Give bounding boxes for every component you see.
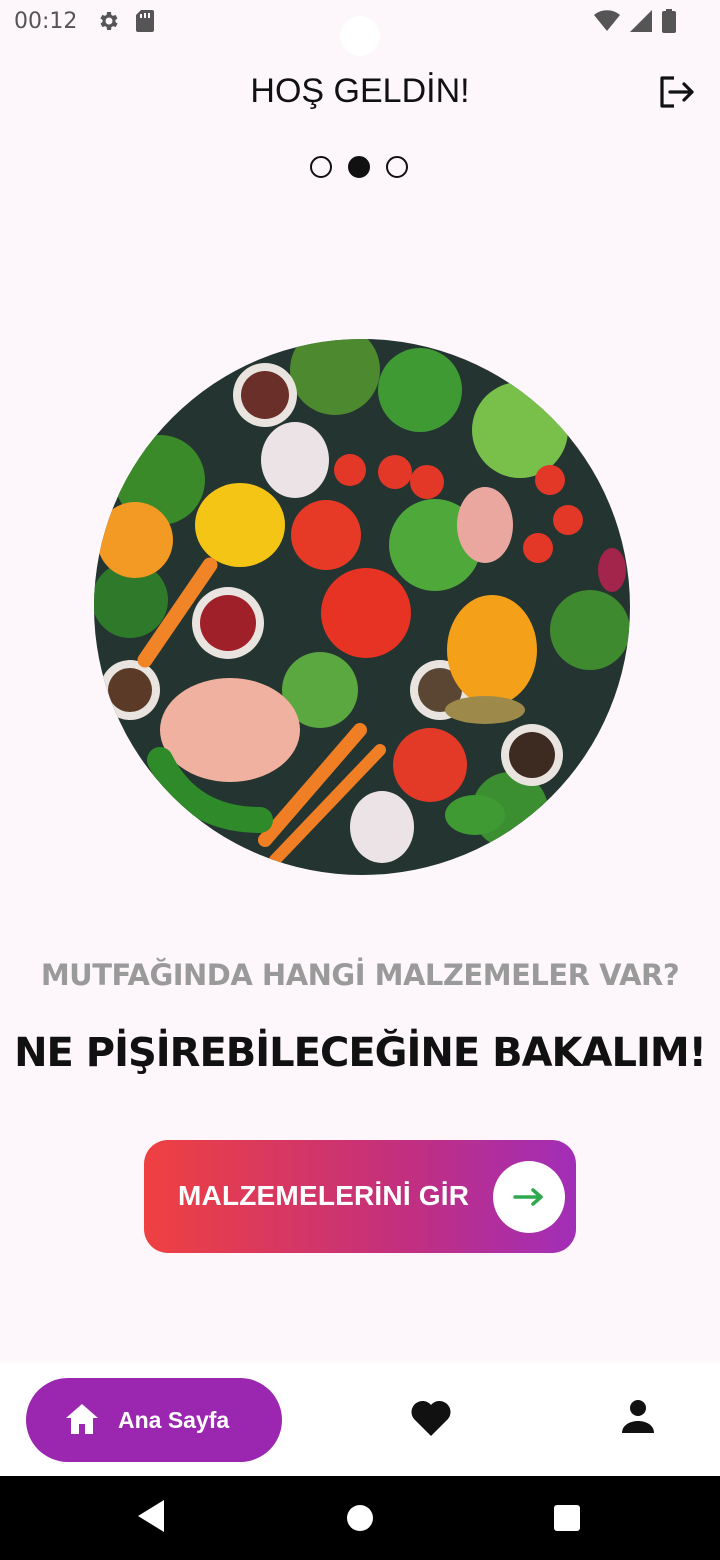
status-left-icons (96, 9, 156, 33)
recents-icon[interactable] (554, 1505, 580, 1531)
person-icon (622, 1400, 654, 1433)
logout-icon (660, 76, 694, 108)
subtitle: MUTFAĞINDA HANGİ MALZEMELER VAR? (40, 958, 680, 992)
logout-button[interactable] (656, 72, 696, 112)
page-dot-active[interactable] (348, 156, 370, 178)
home-icon (66, 1404, 98, 1434)
page-dot[interactable] (386, 156, 408, 178)
nav-favorites-button[interactable] (410, 1399, 452, 1439)
nav-home-button[interactable]: Ana Sayfa (26, 1378, 282, 1462)
wifi-icon (594, 10, 620, 31)
status-bar: 00:12 (0, 0, 720, 56)
vegetable-platter-illustration (94, 339, 630, 875)
heart-icon (411, 1400, 451, 1436)
sd-card-icon (136, 10, 154, 32)
page-title: HOŞ GELDİN! (250, 72, 470, 110)
nav-profile-button[interactable] (618, 1399, 658, 1439)
camera-cutout (340, 16, 380, 56)
back-icon[interactable] (136, 1498, 166, 1534)
status-time: 00:12 (14, 9, 78, 34)
gear-icon (100, 12, 118, 30)
home-circle-icon[interactable] (347, 1505, 373, 1531)
headline: NE PİŞİREBİLECEĞİNE BAKALIM! (14, 1030, 707, 1076)
enter-ingredients-button[interactable]: MALZEMELERİNİ GİR (144, 1140, 576, 1253)
arrow-right-icon (513, 1188, 543, 1206)
enter-ingredients-label: MALZEMELERİNİ GİR (178, 1180, 470, 1211)
page-indicator (310, 156, 408, 178)
page-dot[interactable] (310, 156, 332, 178)
arrow-circle (493, 1161, 565, 1233)
system-navigation-bar (0, 1476, 720, 1560)
battery-icon (662, 9, 676, 33)
bottom-navigation: Ana Sayfa (0, 1363, 720, 1476)
status-right-icons (594, 9, 676, 33)
signal-icon (630, 10, 652, 32)
nav-home-label: Ana Sayfa (118, 1407, 230, 1433)
